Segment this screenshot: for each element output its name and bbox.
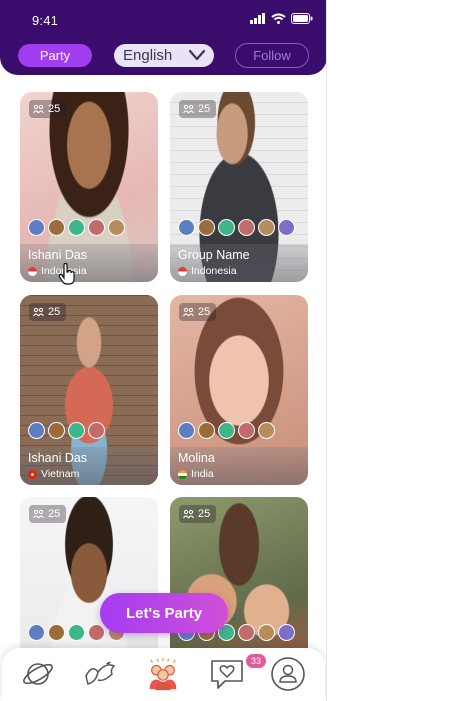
avatar: [258, 219, 275, 236]
tab-messages[interactable]: [209, 656, 245, 692]
member-count: 25: [179, 100, 217, 118]
lets-party-button[interactable]: Let's Party: [100, 593, 228, 633]
indonesia-flag-icon: [28, 266, 37, 276]
language-select[interactable]: English: [114, 44, 214, 67]
avatar: [68, 624, 85, 641]
avatar: [198, 422, 215, 439]
host-name: Ishani Das: [28, 248, 88, 262]
avatar: [88, 422, 105, 439]
hand-cursor-icon: [58, 263, 75, 285]
avatar: [238, 624, 255, 641]
bottom-tab-bar: 33: [2, 648, 325, 701]
signal-icon: [250, 13, 265, 24]
avatar: [238, 219, 255, 236]
group-icon: [33, 307, 44, 316]
party-card[interactable]: 25 Ishani Das Vietnam: [20, 295, 158, 485]
status-bar: 9:41: [0, 0, 326, 38]
host-country: India: [178, 468, 214, 480]
avatar: [278, 219, 295, 236]
group-icon: [33, 104, 44, 113]
tab-party[interactable]: [145, 656, 181, 692]
host-country: Indonesia: [178, 265, 237, 277]
avatar: [48, 624, 65, 641]
tab-moments[interactable]: [82, 656, 118, 692]
group-icon: [183, 307, 194, 316]
header: 9:41 Party English Follow: [0, 0, 326, 75]
indonesia-flag-icon: [178, 266, 187, 276]
india-flag-icon: [178, 469, 187, 479]
group-icon: [183, 104, 194, 113]
avatar: [88, 624, 105, 641]
avatar: [258, 624, 275, 641]
avatar: [68, 422, 85, 439]
avatar: [48, 219, 65, 236]
chat-heart-icon: [211, 660, 243, 689]
wifi-icon: [271, 13, 286, 24]
messages-badge: 33: [246, 654, 266, 668]
tab-profile[interactable]: [270, 656, 306, 692]
avatar: [108, 219, 125, 236]
party-card[interactable]: 25 Group Name Indonesia: [170, 92, 308, 282]
battery-icon: [291, 13, 313, 24]
avatar: [218, 422, 235, 439]
avatar: [238, 422, 255, 439]
party-button[interactable]: Party: [18, 44, 92, 67]
member-avatars: [28, 219, 125, 236]
planet-icon: [23, 663, 53, 685]
member-avatars: [28, 422, 105, 439]
avatar: [178, 422, 195, 439]
member-count: 25: [29, 505, 67, 523]
avatar: [88, 219, 105, 236]
avatar: [278, 624, 295, 641]
party-card[interactable]: 25 Ishani Das Indonesia: [20, 92, 158, 282]
party-card[interactable]: 25 Molina India: [170, 295, 308, 485]
chevron-down-icon: [188, 49, 206, 61]
member-count: 25: [179, 303, 217, 321]
party-people-icon: [149, 657, 177, 691]
member-count: 25: [29, 100, 67, 118]
avatar: [68, 219, 85, 236]
avatar: [28, 422, 45, 439]
phone-screen: 9:41 Party English Follow 25 Ishani Das …: [0, 0, 327, 701]
member-avatars: [178, 422, 275, 439]
doves-icon: [85, 661, 116, 685]
group-icon: [33, 509, 44, 518]
avatar: [198, 219, 215, 236]
vietnam-flag-icon: [28, 469, 37, 479]
tab-explore[interactable]: [20, 656, 56, 692]
avatar: [218, 219, 235, 236]
system-icons: [250, 13, 313, 24]
profile-icon: [271, 657, 305, 691]
group-icon: [183, 509, 194, 518]
language-selected: English: [123, 47, 173, 64]
avatar: [28, 219, 45, 236]
follow-button[interactable]: Follow: [235, 43, 309, 68]
host-name: Ishani Das: [28, 451, 88, 465]
avatar: [258, 422, 275, 439]
avatar: [28, 624, 45, 641]
avatar: [48, 422, 65, 439]
avatar: [178, 219, 195, 236]
host-name: Molina: [178, 451, 215, 465]
status-time: 9:41: [32, 13, 59, 28]
member-count: 25: [179, 505, 217, 523]
host-name: Group Name: [178, 248, 250, 262]
member-count: 25: [29, 303, 67, 321]
host-country: Vietnam: [28, 468, 79, 480]
member-avatars: [178, 219, 295, 236]
